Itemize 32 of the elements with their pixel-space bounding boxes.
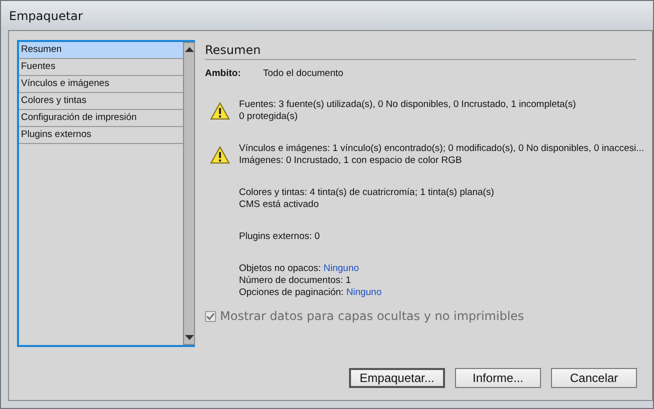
summary-line: Fuentes: 3 fuente(s) utilizada(s), 0 No disponibles, 0 Incrustado, 1 incompleta(s) bbox=[239, 99, 576, 111]
summary-line: Objetos no opacos: Ninguno bbox=[239, 263, 360, 275]
scope-label: Ambito: bbox=[205, 68, 242, 79]
sidebar-item[interactable]: Resumen bbox=[19, 42, 183, 59]
warning-icon bbox=[210, 102, 230, 120]
warning-icon bbox=[210, 146, 230, 164]
summary-line: Vínculos e imágenes: 1 vínculo(s) encontrado(s); 0 modificado(s), 0 No disponibles, 0 inaccesi... bbox=[239, 143, 644, 155]
scroll-up-icon[interactable] bbox=[184, 47, 194, 52]
scrollbar[interactable] bbox=[183, 42, 195, 345]
sidebar-item[interactable]: Vínculos e imágenes bbox=[19, 76, 183, 93]
sidebar-item[interactable]: Plugins externos bbox=[19, 127, 183, 144]
value-link[interactable]: Ninguno bbox=[346, 287, 382, 298]
summary-line: CMS está activado bbox=[239, 199, 320, 211]
window-title: Empaquetar bbox=[9, 8, 83, 22]
scroll-down-icon[interactable] bbox=[184, 335, 194, 340]
summary-line: Colores y tintas: 4 tinta(s) de cuatricromía; 1 tinta(s) plana(s) bbox=[239, 187, 494, 199]
sidebar-item[interactable]: Colores y tintas bbox=[19, 93, 183, 110]
checkbox-label: Mostrar datos para capas ocultas y no imprimibles bbox=[220, 309, 524, 323]
summary-line: Plugins externos: 0 bbox=[239, 231, 320, 243]
dialog-button[interactable]: Empaquetar... bbox=[349, 368, 446, 388]
sidebar-item[interactable]: Fuentes bbox=[19, 59, 183, 76]
summary-line: Imágenes: 0 Incrustado, 1 con espacio de color RGB bbox=[239, 155, 463, 167]
scope-value: Todo el documento bbox=[263, 68, 344, 79]
value-link[interactable]: Ninguno bbox=[324, 263, 359, 274]
dialog-button[interactable]: Informe... bbox=[455, 368, 542, 388]
summary-line: Opciones de paginación: Ninguno bbox=[239, 287, 382, 299]
panel-heading: Resumen bbox=[205, 40, 636, 60]
checkbox[interactable] bbox=[205, 310, 216, 322]
summary-line: 0 protegida(s) bbox=[239, 111, 299, 123]
summary-line: Número de documentos: 1 bbox=[239, 275, 352, 287]
sidebar-item[interactable]: Configuración de impresión bbox=[19, 110, 183, 127]
dialog-button[interactable]: Cancelar bbox=[551, 368, 638, 388]
